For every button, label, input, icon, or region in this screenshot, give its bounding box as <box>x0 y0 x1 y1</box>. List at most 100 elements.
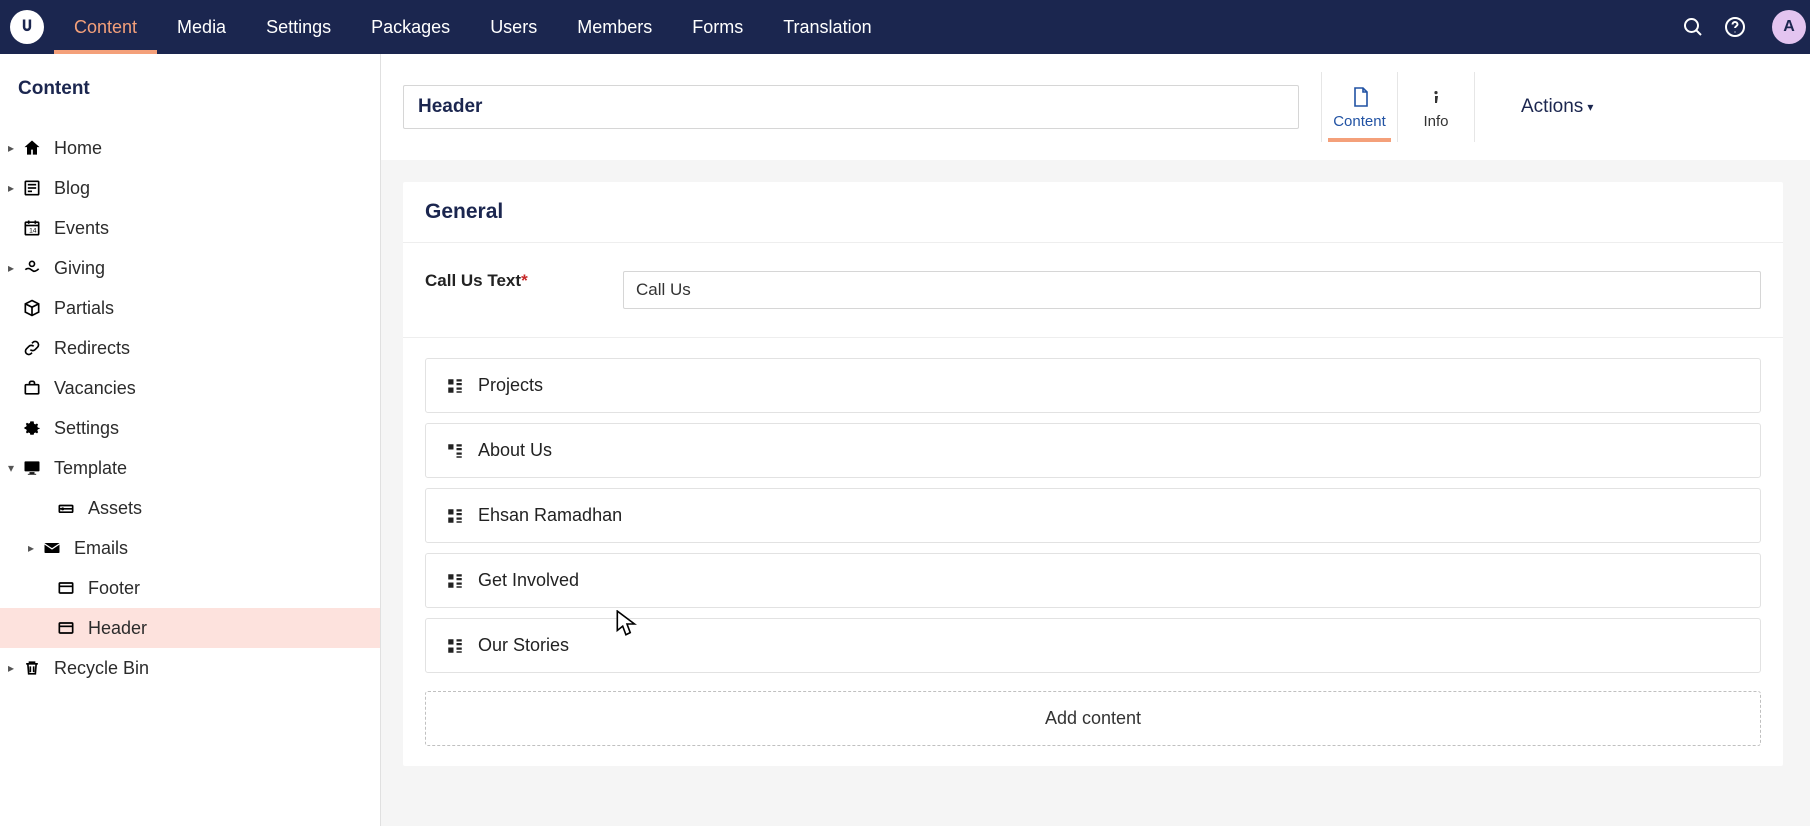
home-icon <box>20 136 44 160</box>
tree-label: Home <box>54 138 102 159</box>
node-title-input[interactable] <box>403 85 1299 129</box>
tree-label: Footer <box>88 578 140 599</box>
caret-icon[interactable]: ▸ <box>4 661 18 675</box>
tree-label: Events <box>54 218 109 239</box>
tree-emails[interactable]: ▸ Emails <box>0 528 380 568</box>
tree-label: Vacancies <box>54 378 136 399</box>
nav-media[interactable]: Media <box>157 0 246 54</box>
tree-header[interactable]: Header <box>0 608 380 648</box>
caret-icon[interactable]: ▸ <box>4 181 18 195</box>
content-item-label: Projects <box>478 375 543 396</box>
nav-users[interactable]: Users <box>470 0 557 54</box>
editor-header: Content Info Actions ▾ <box>381 54 1810 160</box>
content-list: Projects About Us Ehsan Ramadhan Get Inv… <box>403 338 1783 746</box>
avatar[interactable]: A <box>1772 10 1806 44</box>
window-icon <box>54 576 78 600</box>
content-item-label: Ehsan Ramadhan <box>478 505 622 526</box>
grid-icon <box>446 637 464 655</box>
required-marker: * <box>521 271 528 290</box>
content-item-aboutus[interactable]: About Us <box>425 423 1761 478</box>
panel-title: General <box>403 182 1783 243</box>
tree-events[interactable]: 14 Events <box>0 208 380 248</box>
tree-label: Template <box>54 458 127 479</box>
nav-settings[interactable]: Settings <box>246 0 351 54</box>
editor-body: General Call Us Text* Projects <box>381 160 1810 826</box>
tree-blog[interactable]: ▸ Blog <box>0 168 380 208</box>
tree-redirects[interactable]: Redirects <box>0 328 380 368</box>
add-content-button[interactable]: Add content <box>425 691 1761 746</box>
tree-footer[interactable]: Footer <box>0 568 380 608</box>
sidebar-title: Content <box>0 54 380 128</box>
tree-assets[interactable]: Assets <box>0 488 380 528</box>
tree-label: Header <box>88 618 147 639</box>
general-panel: General Call Us Text* Projects <box>403 182 1783 766</box>
search-icon[interactable] <box>1680 14 1706 40</box>
gear-icon <box>20 416 44 440</box>
link-icon <box>20 336 44 360</box>
drive-icon <box>54 496 78 520</box>
actions-button[interactable]: Actions ▾ <box>1497 96 1601 118</box>
caret-icon[interactable]: ▸ <box>24 541 38 555</box>
trash-icon <box>20 656 44 680</box>
help-icon[interactable] <box>1722 14 1748 40</box>
tab-label: Content <box>1333 113 1386 130</box>
tab-info[interactable]: Info <box>1398 72 1474 142</box>
briefcase-icon <box>20 376 44 400</box>
content-item-ourstories[interactable]: Our Stories <box>425 618 1761 673</box>
nav-translation[interactable]: Translation <box>763 0 891 54</box>
app-logo[interactable] <box>10 10 44 44</box>
content-item-getinvolved[interactable]: Get Involved <box>425 553 1761 608</box>
field-call-us-text: Call Us Text* <box>403 243 1783 338</box>
nav-forms[interactable]: Forms <box>672 0 763 54</box>
main: Content Info Actions ▾ General Call Us T… <box>381 54 1810 826</box>
grid-icon <box>446 377 464 395</box>
caret-open-icon[interactable]: ▾ <box>4 461 18 475</box>
mail-icon <box>40 536 64 560</box>
editor-tabs: Content Info <box>1321 72 1475 142</box>
tree-settings-node[interactable]: Settings <box>0 408 380 448</box>
grid-icon <box>446 507 464 525</box>
svg-text:14: 14 <box>29 228 37 235</box>
calendar-icon: 14 <box>20 216 44 240</box>
tree-label: Emails <box>74 538 128 559</box>
grid-icon <box>446 572 464 590</box>
tree-label: Blog <box>54 178 90 199</box>
content-item-projects[interactable]: Projects <box>425 358 1761 413</box>
nav-packages[interactable]: Packages <box>351 0 470 54</box>
giving-icon <box>20 256 44 280</box>
chevron-down-icon: ▾ <box>1587 100 1593 114</box>
tab-label: Info <box>1423 113 1448 130</box>
tree-home[interactable]: ▸ Home <box>0 128 380 168</box>
tree-label: Giving <box>54 258 105 279</box>
blog-icon <box>20 176 44 200</box>
display-icon <box>20 456 44 480</box>
tree-label: Settings <box>54 418 119 439</box>
field-control <box>623 271 1761 309</box>
box-icon <box>20 296 44 320</box>
nav-members[interactable]: Members <box>557 0 672 54</box>
field-label-text: Call Us Text <box>425 271 521 290</box>
tree-partials[interactable]: Partials <box>0 288 380 328</box>
tree-vacancies[interactable]: Vacancies <box>0 368 380 408</box>
caret-icon[interactable]: ▸ <box>4 261 18 275</box>
caret-icon[interactable]: ▸ <box>4 141 18 155</box>
info-icon <box>1424 85 1448 109</box>
topnav: Content Media Settings Packages Users Me… <box>54 0 892 54</box>
actions-label: Actions <box>1521 96 1583 118</box>
tree-giving[interactable]: ▸ Giving <box>0 248 380 288</box>
field-label: Call Us Text* <box>425 271 623 291</box>
content-tree: ▸ Home ▸ Blog 14 Events ▸ Giving <box>0 128 380 688</box>
call-us-text-input[interactable] <box>623 271 1761 309</box>
window-icon <box>54 616 78 640</box>
tree-recyclebin[interactable]: ▸ Recycle Bin <box>0 648 380 688</box>
topbar-right: A <box>1680 10 1800 44</box>
tree-template[interactable]: ▾ Template <box>0 448 380 488</box>
content-item-ehsan[interactable]: Ehsan Ramadhan <box>425 488 1761 543</box>
tree-label: Recycle Bin <box>54 658 149 679</box>
tab-content[interactable]: Content <box>1322 72 1398 142</box>
doc-icon <box>1348 85 1372 109</box>
topbar: Content Media Settings Packages Users Me… <box>0 0 1810 54</box>
content-item-label: Get Involved <box>478 570 579 591</box>
nav-content[interactable]: Content <box>54 0 157 54</box>
content-item-label: About Us <box>478 440 552 461</box>
